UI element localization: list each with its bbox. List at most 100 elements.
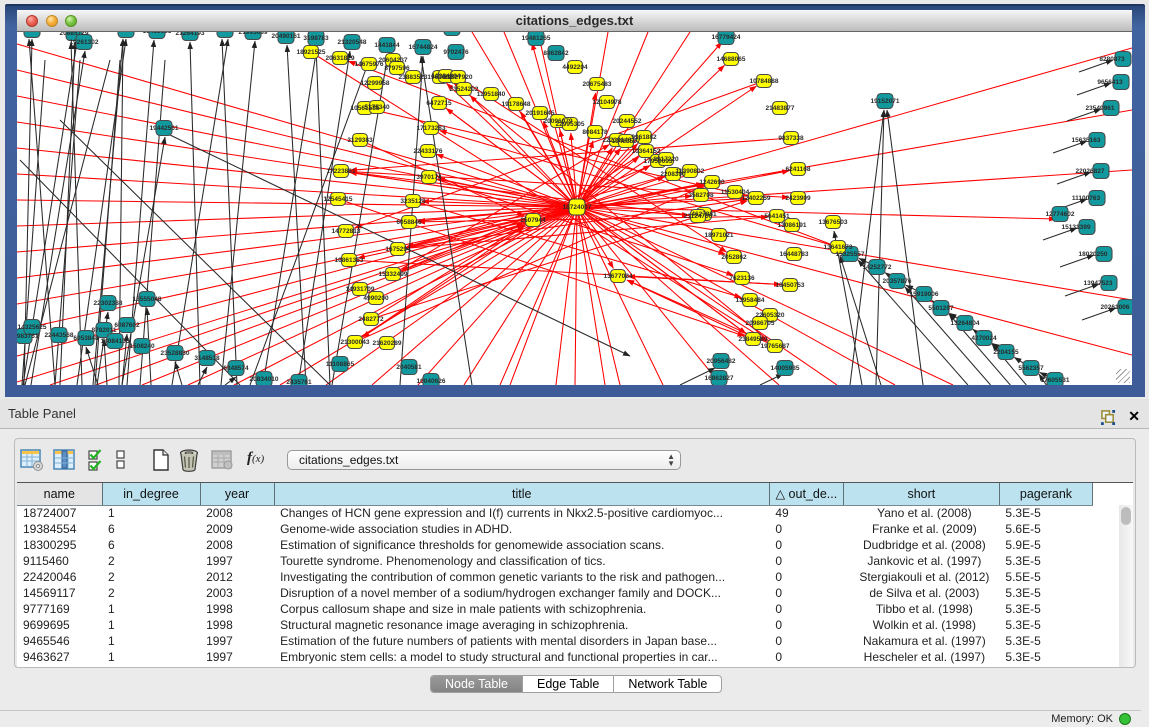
svg-text:18724007: 18724007 (563, 204, 592, 211)
svg-text:13086191: 13086191 (778, 222, 807, 229)
svg-text:13641673: 13641673 (824, 244, 853, 251)
svg-text:20675483: 20675483 (583, 81, 612, 88)
svg-text:20631829: 20631829 (326, 55, 355, 62)
svg-text:2204155: 2204155 (993, 349, 1019, 356)
svg-text:15332499: 15332499 (379, 271, 408, 278)
svg-text:11530404: 11530404 (721, 189, 750, 196)
svg-text:3582708: 3582708 (688, 192, 714, 199)
svg-text:14005985: 14005985 (771, 365, 800, 372)
svg-text:17173283: 17173283 (417, 125, 446, 132)
svg-text:12299958: 12299958 (361, 80, 390, 87)
svg-text:10040626: 10040626 (417, 378, 446, 385)
svg-text:12545415: 12545415 (324, 196, 353, 203)
svg-text:1242690: 1242690 (699, 179, 725, 186)
svg-text:6472715: 6472715 (426, 100, 452, 107)
svg-text:19442561: 19442561 (150, 125, 179, 132)
svg-text:21300043: 21300043 (341, 339, 370, 346)
svg-text:19261302: 19261302 (70, 39, 99, 46)
svg-text:7623136: 7623136 (729, 275, 755, 282)
svg-text:6348574: 6348574 (223, 365, 249, 372)
svg-text:17605531: 17605531 (1041, 377, 1070, 384)
svg-text:14252772: 14252772 (863, 264, 892, 271)
svg-text:10861353: 10861353 (335, 257, 364, 264)
svg-text:1508240: 1508240 (129, 343, 155, 350)
svg-text:11390802: 11390802 (676, 168, 705, 175)
svg-text:4270024: 4270024 (971, 335, 997, 342)
svg-text:11108865: 11108865 (326, 361, 355, 368)
svg-text:6241168: 6241168 (786, 166, 811, 173)
svg-text:9837338: 9837338 (778, 135, 804, 142)
svg-text:11951840: 11951840 (477, 91, 506, 98)
svg-text:13264804: 13264804 (951, 320, 980, 327)
svg-text:18971021: 18971021 (705, 232, 734, 239)
svg-text:3129383: 3129383 (347, 137, 373, 144)
svg-text:3148538: 3148538 (194, 355, 220, 362)
svg-text:23524202: 23524202 (450, 86, 479, 93)
svg-text:23883523: 23883523 (399, 74, 428, 81)
svg-text:20986705: 20986705 (746, 320, 775, 327)
svg-text:10784888: 10784888 (750, 78, 779, 85)
svg-text:21327920: 21327920 (444, 74, 473, 81)
svg-text:8984767: 8984767 (19, 32, 45, 34)
svg-text:8782011: 8782011 (92, 327, 117, 334)
svg-text:19152071: 19152071 (871, 98, 900, 105)
svg-text:18450753: 18450753 (776, 282, 805, 289)
svg-text:5501297: 5501297 (928, 305, 954, 312)
svg-text:22443568: 22443568 (45, 332, 74, 339)
svg-text:20834010: 20834010 (250, 376, 279, 383)
svg-text:13947523: 13947523 (1084, 280, 1113, 287)
svg-text:23549961: 23549961 (1086, 105, 1115, 112)
svg-text:1675294: 1675294 (385, 246, 411, 253)
svg-text:22026827: 22026827 (1076, 168, 1105, 175)
svg-text:3198783: 3198783 (303, 35, 329, 42)
svg-text:14772813: 14772813 (332, 228, 361, 235)
svg-text:14931709: 14931709 (346, 286, 375, 293)
svg-text:16862827: 16862827 (705, 375, 734, 382)
svg-text:2435761: 2435761 (286, 379, 312, 385)
svg-text:5562357: 5562357 (1018, 365, 1044, 372)
svg-text:20604237: 20604237 (379, 57, 408, 64)
svg-text:5641451: 5641451 (764, 213, 790, 220)
svg-text:20191645: 20191645 (526, 110, 555, 117)
svg-text:15131399: 15131399 (1062, 224, 1091, 231)
svg-text:5175340: 5175340 (364, 104, 390, 111)
svg-text:9656413: 9656413 (1097, 79, 1123, 86)
svg-text:4492204: 4492204 (562, 64, 588, 71)
svg-text:21620289: 21620289 (373, 340, 402, 347)
svg-text:13413635: 13413635 (143, 32, 172, 35)
svg-text:8917220: 8917220 (653, 156, 679, 163)
svg-text:14084105: 14084105 (101, 338, 130, 345)
svg-text:10364152: 10364152 (632, 148, 661, 155)
svg-text:3235128: 3235128 (400, 198, 426, 205)
svg-text:20244552: 20244552 (613, 118, 642, 125)
svg-text:15325557: 15325557 (836, 251, 865, 258)
svg-text:2040581: 2040581 (396, 364, 422, 371)
svg-text:21124700: 21124700 (684, 213, 713, 220)
svg-text:5376262: 5376262 (113, 32, 139, 34)
svg-text:22605320: 22605320 (756, 312, 785, 319)
svg-text:12104978: 12104978 (593, 99, 622, 106)
svg-text:21264193: 21264193 (176, 32, 205, 37)
svg-text:13677024: 13677024 (604, 273, 633, 280)
svg-text:9702476: 9702476 (443, 49, 469, 56)
svg-text:23849589: 23849589 (739, 336, 768, 343)
svg-text:12774602: 12774602 (1046, 211, 1075, 218)
svg-text:8862842: 8862842 (543, 50, 569, 57)
svg-text:6058846: 6058846 (396, 219, 422, 226)
svg-text:18020250: 18020250 (1079, 251, 1108, 258)
svg-text:20490161: 20490161 (272, 33, 301, 40)
svg-text:12402259: 12402259 (742, 195, 771, 202)
svg-text:14325625: 14325625 (18, 324, 47, 331)
svg-text:6087602: 6087602 (114, 322, 140, 329)
svg-text:2507944: 2507944 (520, 217, 546, 224)
svg-text:13958484: 13958484 (736, 297, 765, 304)
svg-text:21995689: 21995689 (239, 32, 268, 36)
svg-text:22995305: 22995305 (556, 121, 585, 128)
svg-text:21320548: 21320548 (338, 39, 367, 46)
svg-text:20956482: 20956482 (707, 358, 736, 365)
svg-text:8797596: 8797596 (384, 65, 410, 72)
svg-text:19481265: 19481265 (522, 35, 551, 42)
svg-text:15919006: 15919006 (910, 291, 939, 298)
svg-text:3970174: 3970174 (416, 174, 442, 181)
svg-text:18555048: 18555048 (133, 296, 162, 303)
